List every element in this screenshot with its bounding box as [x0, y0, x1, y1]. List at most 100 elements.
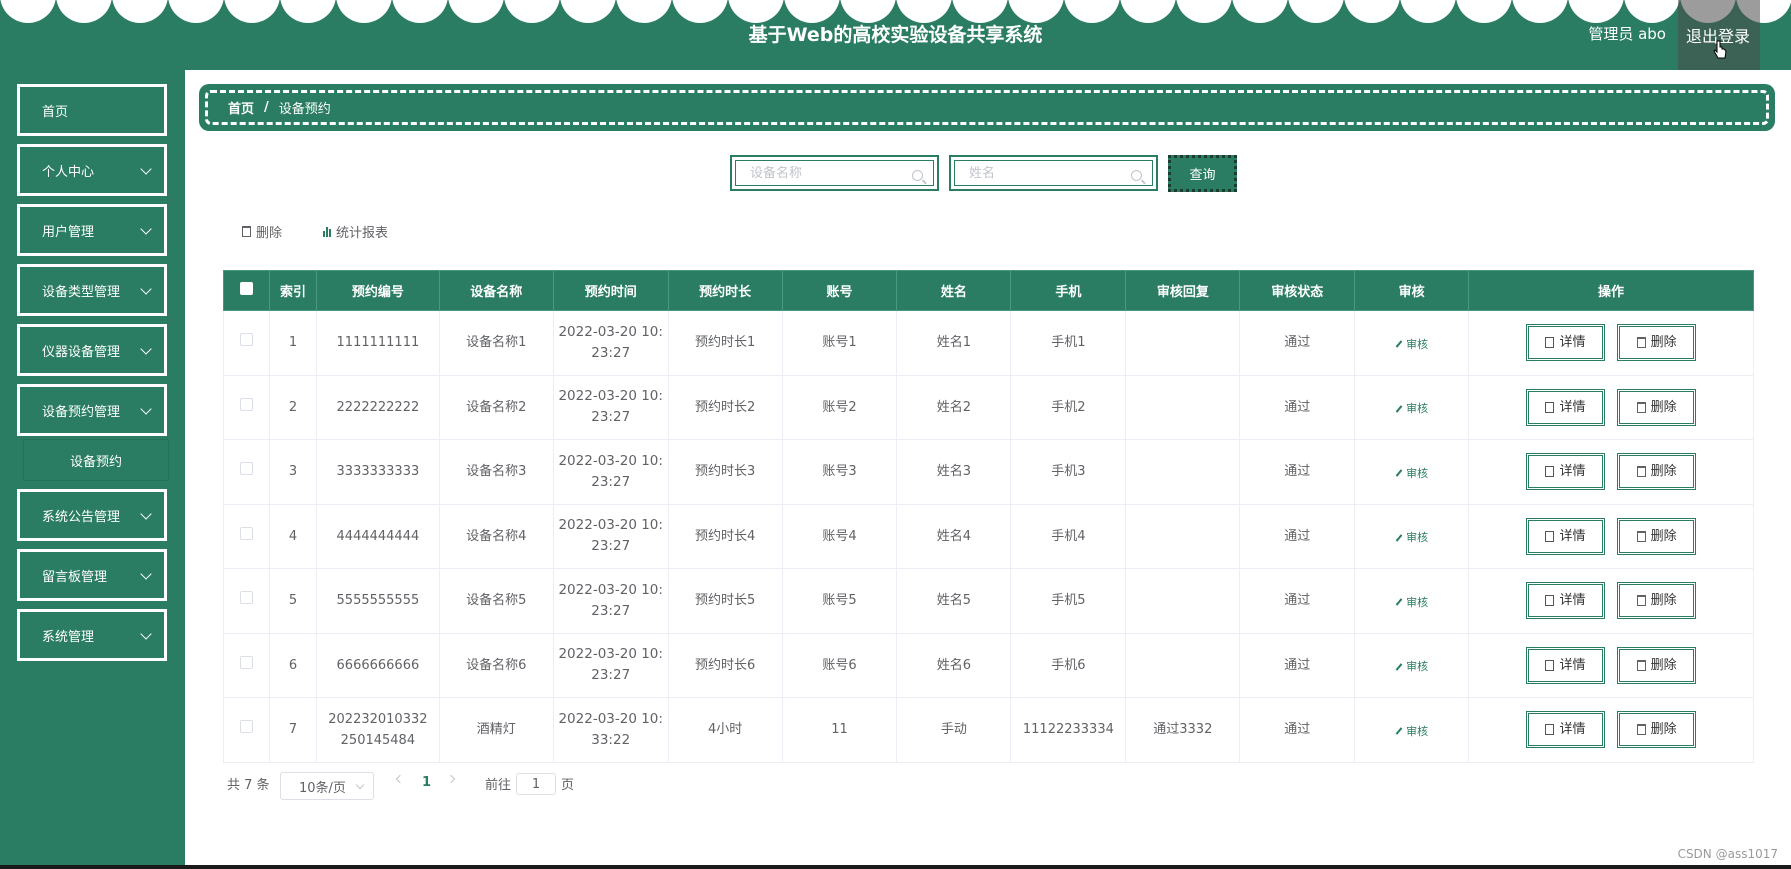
row-checkbox[interactable]	[239, 462, 253, 476]
page-size-select[interactable]: 10条/页	[280, 772, 374, 800]
audit-label: 审核	[1406, 402, 1429, 415]
time-line-1: 2022-03-20 10:	[558, 710, 663, 727]
edit-icon	[1395, 662, 1403, 671]
time-line-2: 23:27	[591, 667, 631, 684]
sidebar-item-message-board[interactable]: 留言板管理	[17, 549, 167, 601]
cell-time: 2022-03-20 10: 23:27	[552, 310, 669, 376]
device-name-search[interactable]	[730, 155, 939, 191]
cell-device: 设备名称6	[438, 632, 554, 698]
sidebar-item-reservations[interactable]: 设备预约管理	[17, 384, 167, 436]
detail-button[interactable]: 详情	[1525, 324, 1605, 362]
cell-actions: 详情 删除	[1468, 310, 1754, 376]
cell-actions: 详情 删除	[1468, 697, 1754, 763]
select-all-checkbox[interactable]	[239, 282, 253, 295]
edit-icon	[1395, 340, 1403, 348]
delete-button[interactable]: 删除	[1617, 453, 1697, 491]
row-select-cell	[223, 503, 270, 569]
sidebar-item-instruments[interactable]: 仪器设备管理	[17, 324, 167, 376]
audit-button[interactable]: 审核	[1395, 592, 1428, 613]
cell-time: 2022-03-20 10: 23:27	[552, 374, 669, 440]
document-icon	[1545, 595, 1555, 607]
sidebar-item-home[interactable]: 首页	[17, 84, 167, 136]
chevron-down-icon	[140, 163, 152, 175]
row-select-cell	[223, 310, 270, 376]
detail-button[interactable]: 详情	[1525, 517, 1605, 555]
cell-name: 姓名3	[896, 439, 1012, 505]
trash-icon	[1636, 337, 1646, 349]
column-header: 审核状态	[1239, 270, 1356, 311]
cell-phone: 手机3	[1010, 439, 1127, 505]
audit-button[interactable]: 审核	[1395, 656, 1428, 677]
row-select-cell	[223, 568, 270, 634]
cell-account: 11	[781, 697, 898, 763]
delete-button[interactable]: 删除	[1617, 646, 1697, 684]
detail-button[interactable]: 详情	[1525, 711, 1605, 749]
time-line-2: 23:27	[591, 409, 631, 426]
statistics-report-button[interactable]: 统计报表	[323, 222, 388, 241]
audit-button[interactable]: 审核	[1395, 463, 1428, 484]
audit-button[interactable]: 审核	[1395, 398, 1428, 419]
audit-label: 审核	[1406, 660, 1429, 673]
row-checkbox[interactable]	[239, 720, 253, 734]
delete-button[interactable]: 删除	[1617, 582, 1697, 620]
chevron-down-icon	[140, 223, 152, 235]
audit-label: 审核	[1406, 531, 1429, 544]
audit-button[interactable]: 审核	[1395, 334, 1428, 355]
batch-delete-button[interactable]: 删除	[242, 222, 282, 241]
trash-icon	[1636, 401, 1646, 413]
sidebar-item-label: 系统公告管理	[42, 509, 121, 525]
sidebar-item-label: 用户管理	[42, 224, 95, 240]
column-header: 手机	[1010, 270, 1127, 311]
column-header: 索引	[268, 270, 317, 311]
sidebar-item-system[interactable]: 系统管理	[17, 609, 167, 661]
goto-suffix: 页	[561, 778, 575, 793]
reservation-code: 3333333333	[336, 464, 420, 480]
reservation-code: 202232010332250145484	[328, 711, 428, 748]
delete-button[interactable]: 删除	[1617, 517, 1697, 555]
document-icon	[1545, 659, 1555, 671]
next-page-icon[interactable]	[446, 774, 456, 784]
goto-page-input[interactable]	[516, 773, 556, 795]
detail-button[interactable]: 详情	[1525, 582, 1605, 620]
detail-button[interactable]: 详情	[1525, 453, 1605, 491]
cell-device: 设备名称2	[438, 374, 554, 440]
delete-button[interactable]: 删除	[1617, 711, 1697, 749]
column-header: 操作	[1468, 270, 1754, 311]
sidebar-item-announcements[interactable]: 系统公告管理	[17, 489, 167, 541]
row-checkbox[interactable]	[239, 333, 253, 347]
cell-status: 通过	[1239, 632, 1356, 698]
query-button[interactable]: 查询	[1168, 155, 1237, 192]
column-header: 审核回复	[1125, 270, 1241, 311]
sidebar-item-users[interactable]: 用户管理	[17, 204, 167, 256]
cell-code: 6666666666	[315, 632, 440, 698]
delete-button[interactable]: 删除	[1617, 388, 1697, 426]
detail-button[interactable]: 详情	[1525, 646, 1605, 684]
sidebar-item-device-types[interactable]: 设备类型管理	[17, 264, 167, 316]
row-select-cell	[223, 374, 270, 440]
detail-button[interactable]: 详情	[1525, 388, 1605, 426]
prev-page-icon[interactable]	[395, 774, 405, 784]
row-checkbox[interactable]	[239, 397, 253, 411]
batch-delete-label: 删除	[256, 226, 283, 241]
row-checkbox[interactable]	[239, 655, 253, 669]
row-checkbox[interactable]	[239, 591, 253, 605]
sidebar-subitem-reservation[interactable]: 设备预约	[24, 440, 168, 480]
name-search[interactable]	[949, 155, 1158, 191]
breadcrumb-home[interactable]: 首页	[228, 98, 254, 117]
audit-button[interactable]: 审核	[1395, 527, 1428, 548]
delete-label: 删除	[1650, 335, 1677, 351]
name-input[interactable]	[969, 165, 1119, 181]
cell-code: 1111111111	[315, 310, 440, 376]
cell-reply	[1125, 632, 1241, 698]
sidebar-item-profile[interactable]: 个人中心	[17, 144, 167, 196]
page-number-current[interactable]: 1	[422, 775, 431, 790]
reservation-table: 索引 预约编号 设备名称 预约时间 预约时长 账号 姓名 手机 审核回复 审核状…	[223, 270, 1754, 763]
row-checkbox[interactable]	[239, 526, 253, 540]
delete-button[interactable]: 删除	[1617, 324, 1697, 362]
chevron-down-icon	[140, 403, 152, 415]
cell-index: 1	[268, 310, 317, 376]
cell-phone: 11122233334	[1010, 697, 1127, 763]
audit-button[interactable]: 审核	[1395, 721, 1428, 742]
cell-time: 2022-03-20 10: 33:22	[552, 697, 669, 763]
device-name-input[interactable]	[750, 165, 900, 181]
